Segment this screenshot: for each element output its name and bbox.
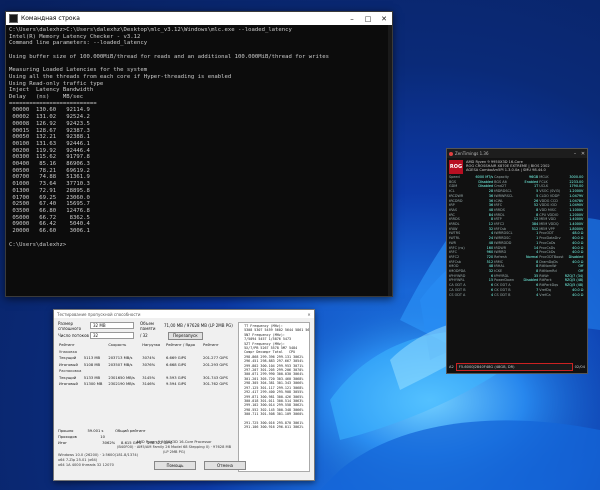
console-line: ========================== <box>9 100 97 107</box>
threads-select[interactable]: 32 <box>90 332 134 339</box>
cell: 9.594 GiPS <box>165 382 187 387</box>
timing-label: CS ODT B <box>494 292 511 297</box>
os-info-block: Windows 10.0 (26200) · 1:5600(181.8/1374… <box>58 453 138 468</box>
system-info: AMD Ryzen 9 9950X3D 16-Core ROG CROSSHAI… <box>466 160 550 174</box>
console-line: Using all the threads from each core if … <box>9 73 232 80</box>
timing-value: 40.0 Ω <box>572 292 584 297</box>
agesa-version: AGESA ComboAm5PI 1.3.0.0a | SMU 98.44.0 <box>466 168 546 173</box>
console-scrollbar[interactable] <box>388 25 392 296</box>
console-line: 00400 85.16 86906.3 <box>9 161 90 168</box>
console-line: 00000 130.60 92114.9 <box>9 107 90 114</box>
console-line: 20000 66.60 3006.1 <box>9 228 90 235</box>
console-line: 05000 66.72 8362.5 <box>9 214 90 221</box>
console-icon <box>9 14 18 23</box>
console-line: 00500 78.21 69619.2 <box>9 167 90 174</box>
timing-row: CS ODT A 4 CS ODT B 4 VrefCa 40.0 Ω <box>449 293 585 298</box>
log-line: 296.451 298.883 297.667 3054% <box>240 359 304 364</box>
benchmark-dialog[interactable]: Тестирование пропускной способности ✕ Ра… <box>53 309 315 481</box>
threads-max: / 32 <box>140 333 148 338</box>
log-line: 300.711 301.508 301.109 3060% <box>240 412 304 417</box>
elapsed-label: Прошло <box>58 429 74 433</box>
console-line: Intel(R) Memory Latency Checker - v3.12 <box>9 33 141 40</box>
console-line: 02500 67.40 15695.7 <box>9 201 90 208</box>
results-table: Рейтинг Скорость Нагрузка Рейтинг / Ядро… <box>58 342 234 388</box>
console-line: Using Read-only traffic type <box>9 80 104 87</box>
console-line: 00100 131.63 92446.1 <box>9 140 90 147</box>
console-line: 00200 119.92 92446.4 <box>9 147 90 154</box>
timing-label: VrefCa <box>539 292 551 297</box>
console-line: Using buffer size of 100.000MiB/thread f… <box>9 53 329 60</box>
block-size-label: Размер сплошного <box>58 320 82 331</box>
cell: 3146% <box>142 382 156 387</box>
console-line: 01000 73.64 37710.3 <box>9 181 90 188</box>
dialog-title: Тестирование пропускной способности <box>57 311 141 317</box>
threads-label: Число потоков <box>58 333 89 338</box>
console-line: C:\Users\dalexhz> <box>9 241 67 248</box>
mem-size-label: Объем памяти <box>140 320 156 331</box>
console-line: 00050 132.21 92388.1 <box>9 134 90 141</box>
console-line: Measuring Loaded Latencies for the syste… <box>9 67 148 74</box>
console-window[interactable]: Командная строка – □ ✕ C:\Users\dalexhz>… <box>5 11 393 297</box>
block-size-select[interactable]: 32 MB <box>90 322 134 329</box>
total-label: Общий рейтинг <box>115 429 146 433</box>
console-output[interactable]: C:\Users\dalexhz>C:\Users\dalexhz\Deskto… <box>6 25 392 297</box>
timing-value: 4 <box>536 292 539 297</box>
console-line: Inject Latency Bandwidth <box>9 87 94 94</box>
console-line: 00015 128.67 92387.3 <box>9 127 90 134</box>
timings-grid: Speed 6000 MT/s Capacity 96GB MCLK 3000.00 BGS… <box>447 175 587 297</box>
total-cell: Итог <box>58 441 68 445</box>
console-line: 00008 126.92 92423.5 <box>9 120 90 127</box>
console-line: C:\Users\dalexhz>C:\Users\dalexhz\Deskto… <box>9 27 292 33</box>
zentimings-titlebar[interactable]: ZenTimings 1.36 – ✕ <box>447 149 587 158</box>
timing-value: 4 <box>490 292 494 297</box>
console-titlebar[interactable]: Командная строка – □ ✕ <box>6 12 392 25</box>
mem-size-value: 71,00 MB / 97628 MB (LP 2MB PG) <box>164 323 233 328</box>
zentimings-window[interactable]: ZenTimings 1.36 – ✕ ROG AMD Ryzen 9 9950… <box>446 148 588 374</box>
timing-label: CS ODT A <box>449 292 466 297</box>
rog-logo: ROG <box>449 160 463 174</box>
restart-button[interactable]: Перезапуск <box>168 331 203 340</box>
cell: 2302190 MB/s <box>108 382 135 387</box>
console-line: Command line parameters: --loaded_latenc… <box>9 40 148 47</box>
benchmark-log[interactable]: TT Frequency (MHz): 5308 5307 5459 5602 … <box>238 322 310 472</box>
table-row: Итоговый 51300 MB 2302190 MB/s 3146% 9.5… <box>58 381 234 388</box>
close-button[interactable]: ✕ <box>376 15 392 23</box>
console-line: 01700 69.25 23060.0 <box>9 194 90 201</box>
zentimings-title: ZenTimings 1.36 <box>455 151 489 156</box>
module-dropdown[interactable]: F5-6000J2840F48G (48GB, DR) <box>455 363 573 371</box>
module-selector-bar: A2 F5-6000J2840F48G (48GB, DR) 02/04 <box>449 363 585 371</box>
console-line: 00002 131.02 92524.2 <box>9 114 90 121</box>
minimize-button[interactable]: – <box>571 151 579 157</box>
console-line: 09000 66.42 5040.4 <box>9 221 90 228</box>
console-line: 03500 66.80 12476.8 <box>9 207 90 214</box>
cell: 301.762 GiPS <box>202 382 228 387</box>
console-line: 00300 115.62 91797.8 <box>9 154 90 161</box>
minimize-button[interactable]: – <box>344 15 360 23</box>
cell: 51300 MB <box>83 382 103 387</box>
help-button[interactable]: Помощь <box>154 461 196 470</box>
app-icon <box>449 151 453 156</box>
close-button[interactable]: ✕ <box>304 312 314 317</box>
slot-label: A2 <box>449 365 454 369</box>
console-title: Командная строка <box>21 15 80 22</box>
console-line: 01300 72.91 28895.8 <box>9 187 90 194</box>
passes-label: Проходов <box>58 435 77 439</box>
maximize-button[interactable]: □ <box>360 15 376 23</box>
close-button[interactable]: ✕ <box>579 151 587 157</box>
passes-value: 10 <box>100 435 105 439</box>
log-line: 292.417 299.400 295.908 3055% <box>240 390 304 395</box>
os-info-line: x64 1A 4000 threads 32 12070 <box>58 463 114 467</box>
page-indicator: 02/04 <box>574 365 585 369</box>
dialog-titlebar[interactable]: Тестирование пропускной способности ✕ <box>54 310 314 318</box>
log-line: 291.106 300.916 296.011 3062% <box>240 425 304 430</box>
cell: Итоговый <box>59 382 78 387</box>
elapsed-value: 59.001 s <box>87 429 104 433</box>
console-line: Delay (ns) MB/sec <box>9 94 84 101</box>
cancel-button[interactable]: Отмена <box>204 461 246 470</box>
console-line: 00700 74.88 51361.9 <box>9 174 90 181</box>
